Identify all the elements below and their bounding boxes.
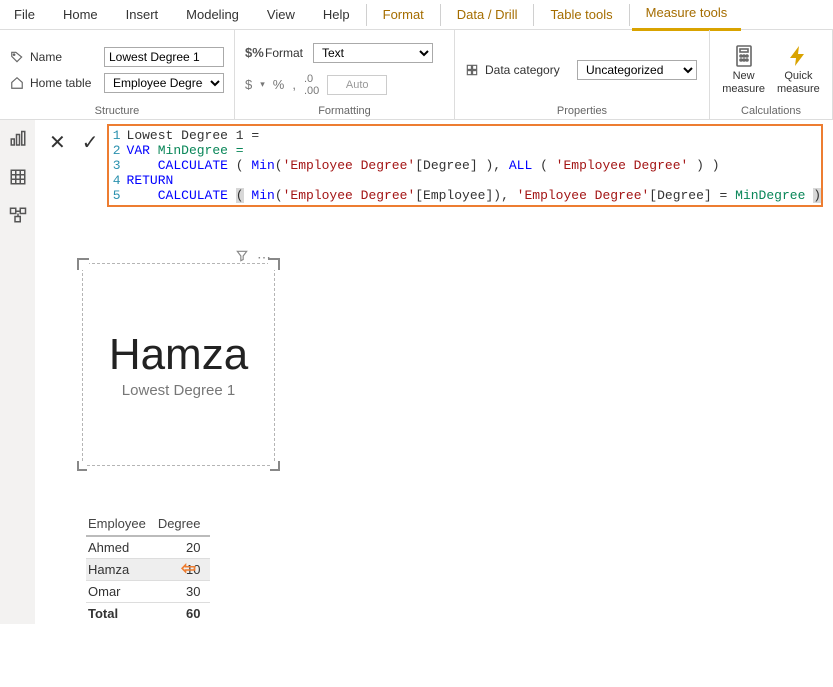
table-row[interactable]: Omar30 [86,581,210,603]
menu-table-tools[interactable]: Table tools [536,0,626,30]
menu-data-drill[interactable]: Data / Drill [443,0,532,30]
cell-deg: 20 [156,536,211,559]
format-select[interactable]: Text [313,43,433,63]
ribbon-group-structure: Name Home table Employee Degree Structur… [0,30,235,119]
cell-deg: 30 [156,581,211,603]
view-rail [0,120,35,624]
new-measure-label: Newmeasure [722,70,765,94]
cell-emp: Hamza [86,559,156,581]
menu-bar: File Home Insert Modeling View Help Form… [0,0,833,30]
card-label: Lowest Degree 1 [122,382,235,399]
decimals-input: Auto [327,75,387,95]
cell-emp: Ahmed [86,536,156,559]
ribbon: Name Home table Employee Degree Structur… [0,30,833,120]
code-line-4: RETURN [127,173,174,188]
menu-format[interactable]: Format [369,0,438,30]
name-label: Name [30,50,98,64]
filter-icon[interactable] [235,249,249,266]
format-icon: $% [245,45,259,60]
canvas: ✕ ✓ 1Lowest Degree 1 = 2VAR MinDegree = … [35,120,833,624]
menu-modeling[interactable]: Modeling [172,0,253,30]
currency-button[interactable]: $ [245,77,252,92]
cell-total-value: 60 [156,603,211,625]
group-label-calculations: Calculations [720,105,822,119]
formula-editor[interactable]: 1Lowest Degree 1 = 2VAR MinDegree = 3 CA… [107,124,823,207]
data-view-icon[interactable] [9,168,27,186]
cell-emp: Omar [86,581,156,603]
report-view-icon[interactable] [9,130,27,148]
table-row-total: Total60 [86,603,210,625]
ribbon-group-properties: Data category Uncategorized Properties [455,30,710,119]
menu-view[interactable]: View [253,0,309,30]
menu-file[interactable]: File [0,0,49,30]
commit-formula-button[interactable]: ✓ [74,124,107,155]
more-icon[interactable]: ⋯ [257,249,271,266]
col-degree[interactable]: Degree [156,512,211,536]
menu-separator [366,4,367,26]
code-line-1: Lowest Degree 1 = [127,128,260,143]
code-line-2: VAR MinDegree = [127,143,244,158]
new-measure-button[interactable]: Newmeasure [722,44,765,94]
ribbon-group-calculations: Newmeasure Quickmeasure Calculations [710,30,833,119]
menu-separator [440,4,441,26]
code-line-3: CALCULATE ( Min('Employee Degree'[Degree… [127,158,720,173]
annotation-arrow-icon: ⇦ [181,558,196,579]
menu-help[interactable]: Help [309,0,364,30]
calculator-icon [732,44,756,68]
percent-button[interactable]: % [273,77,285,92]
col-employee[interactable]: Employee [86,512,156,536]
model-view-icon[interactable] [9,206,27,224]
quick-measure-label: Quickmeasure [777,70,820,94]
cancel-formula-button[interactable]: ✕ [41,124,74,155]
bolt-icon [786,44,810,68]
quick-measure-button[interactable]: Quickmeasure [777,44,820,94]
menu-separator [533,4,534,26]
group-label-structure: Structure [10,105,224,119]
cell-total-label: Total [86,603,156,625]
menu-insert[interactable]: Insert [112,0,173,30]
group-label-formatting: Formatting [245,105,444,119]
tag-icon [10,50,24,64]
data-category-icon [465,63,479,77]
menu-home[interactable]: Home [49,0,112,30]
home-table-label: Home table [30,76,98,90]
data-category-select[interactable]: Uncategorized [577,60,697,80]
name-input[interactable] [104,47,224,67]
group-label-properties: Properties [465,105,699,119]
card-visual[interactable]: ⋯ Hamza Lowest Degree 1 [86,267,271,462]
data-category-label: Data category [485,63,571,77]
comma-button[interactable]: , [292,77,296,92]
table-row[interactable]: Ahmed20 [86,536,210,559]
code-line-5: CALCULATE ( Min('Employee Degree'[Employ… [127,188,821,203]
decimals-dec-button[interactable]: .0.00 [304,73,319,97]
card-value: Hamza [109,330,248,380]
ribbon-group-formatting: $% Format Text $▾ % , .0.00 Auto Formatt… [235,30,455,119]
menu-separator [629,4,630,26]
format-label: Format [265,46,307,60]
home-icon [10,76,24,90]
menu-measure-tools[interactable]: Measure tools [632,0,742,31]
work-area: ✕ ✓ 1Lowest Degree 1 = 2VAR MinDegree = … [0,120,833,624]
formula-bar: ✕ ✓ 1Lowest Degree 1 = 2VAR MinDegree = … [41,120,833,207]
home-table-select[interactable]: Employee Degree [104,73,224,93]
